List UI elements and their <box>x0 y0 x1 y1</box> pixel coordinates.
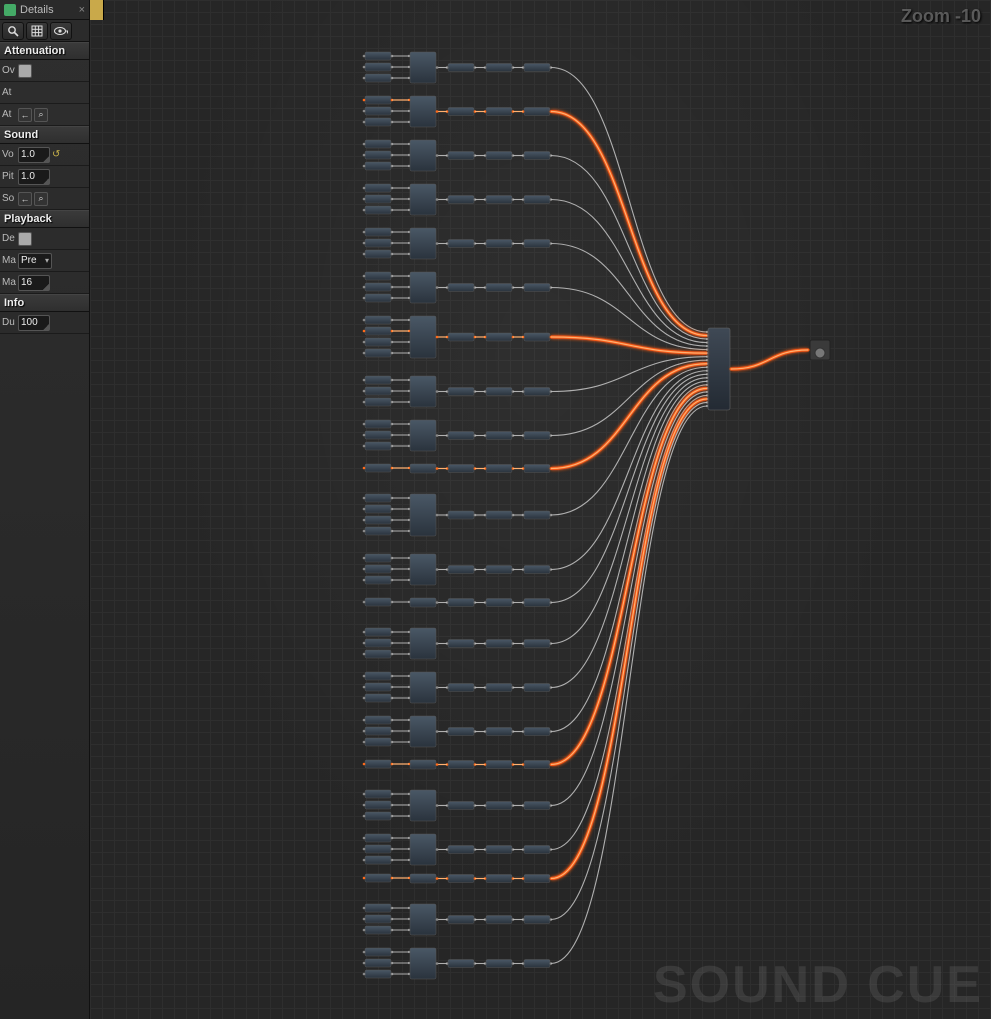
category-sound[interactable]: Sound <box>0 126 89 144</box>
prop-attenuation-asset: At ← ⌕ <box>0 104 89 126</box>
prop-label: Ov <box>2 65 16 76</box>
prop-label: Vo <box>2 149 16 160</box>
prop-label: Ma <box>2 277 16 288</box>
svg-text:▾: ▾ <box>66 29 68 36</box>
category-info[interactable]: Info <box>0 294 89 312</box>
use-selected-button[interactable]: ← <box>18 192 32 206</box>
details-icon <box>4 4 16 16</box>
max-count-input[interactable]: 16 <box>18 275 50 291</box>
max-rule-combo[interactable]: Pre <box>18 253 52 269</box>
browse-button[interactable]: ⌕ <box>34 108 48 122</box>
prop-label: At <box>2 87 16 98</box>
prop-debug: De <box>0 228 89 250</box>
prop-label: Du <box>2 317 16 328</box>
prop-label: Pit <box>2 171 16 182</box>
prop-label: So <box>2 193 16 204</box>
category-attenuation[interactable]: Attenuation <box>0 42 89 60</box>
use-selected-button[interactable]: ← <box>18 108 32 122</box>
details-tab[interactable]: Details × <box>0 0 89 20</box>
search-icon <box>7 25 19 37</box>
duration-value[interactable]: 100 <box>18 315 50 331</box>
reset-icon[interactable]: ↺ <box>52 149 60 160</box>
prop-max-concurrent-rule: Ma Pre <box>0 250 89 272</box>
sound-cue-graph[interactable]: Zoom -10 SOUND CUE <box>90 0 991 1019</box>
prop-label: De <box>2 233 16 244</box>
prop-duration: Du 100 <box>0 312 89 334</box>
search-button[interactable] <box>2 22 24 40</box>
view-options-button[interactable]: ▾ <box>50 22 72 40</box>
eye-icon: ▾ <box>54 26 68 36</box>
prop-max-concurrent-count: Ma 16 <box>0 272 89 294</box>
debug-checkbox[interactable] <box>18 232 32 246</box>
details-tab-label: Details <box>20 4 54 16</box>
prop-override-attenuation: Ov <box>0 60 89 82</box>
prop-volume: Vo 1.0 ↺ <box>0 144 89 166</box>
prop-attenuation-settings: At <box>0 82 89 104</box>
details-panel: Details × ▾ Attenuation Ov At At ← ⌕ <box>0 0 90 1019</box>
prop-pitch: Pit 1.0 <box>0 166 89 188</box>
browse-button[interactable]: ⌕ <box>34 192 48 206</box>
close-icon[interactable]: × <box>79 4 85 16</box>
grid-icon <box>31 25 43 37</box>
override-checkbox[interactable] <box>18 64 32 78</box>
graph-canvas[interactable] <box>90 0 991 1019</box>
property-matrix-button[interactable] <box>26 22 48 40</box>
category-playback[interactable]: Playback <box>0 210 89 228</box>
prop-label: Ma <box>2 255 16 266</box>
details-toolbar: ▾ <box>0 20 89 42</box>
pitch-input[interactable]: 1.0 <box>18 169 50 185</box>
volume-input[interactable]: 1.0 <box>18 147 50 163</box>
prop-sound-class: So ← ⌕ <box>0 188 89 210</box>
prop-label: At <box>2 109 16 120</box>
